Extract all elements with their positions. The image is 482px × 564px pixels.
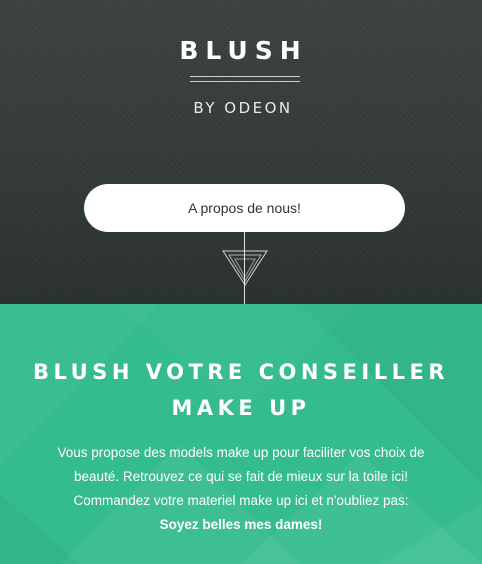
info-heading: BLUSH VOTRE CONSEILLER MAKE UP [0,354,482,426]
info-text-line1: Vous propose des models make up pour fac… [57,445,425,460]
info-paragraph: Vous propose des models make up pour fac… [30,441,452,537]
title-double-rule [190,76,300,82]
brand-subtitle: BY ODEON [193,99,293,117]
hero-section: BLUSH BY ODEON A propos de nous! [0,0,482,304]
info-heading-line1: BLUSH VOTRE CONSEILLER [33,360,449,384]
triangle-down-arrow-icon [222,250,268,286]
info-text-line2: beauté. Retrouvez ce qui se fait de mieu… [74,469,408,484]
about-us-button[interactable]: A propos de nous! [84,184,405,232]
brand-title: BLUSH [179,36,308,65]
info-emphasis: Soyez belles mes dames! [159,517,323,532]
info-text-line3: Commandez votre materiel make up ici et … [73,493,409,508]
info-heading-line2: MAKE UP [171,396,311,420]
info-section: BLUSH VOTRE CONSEILLER MAKE UP Vous prop… [0,304,482,564]
